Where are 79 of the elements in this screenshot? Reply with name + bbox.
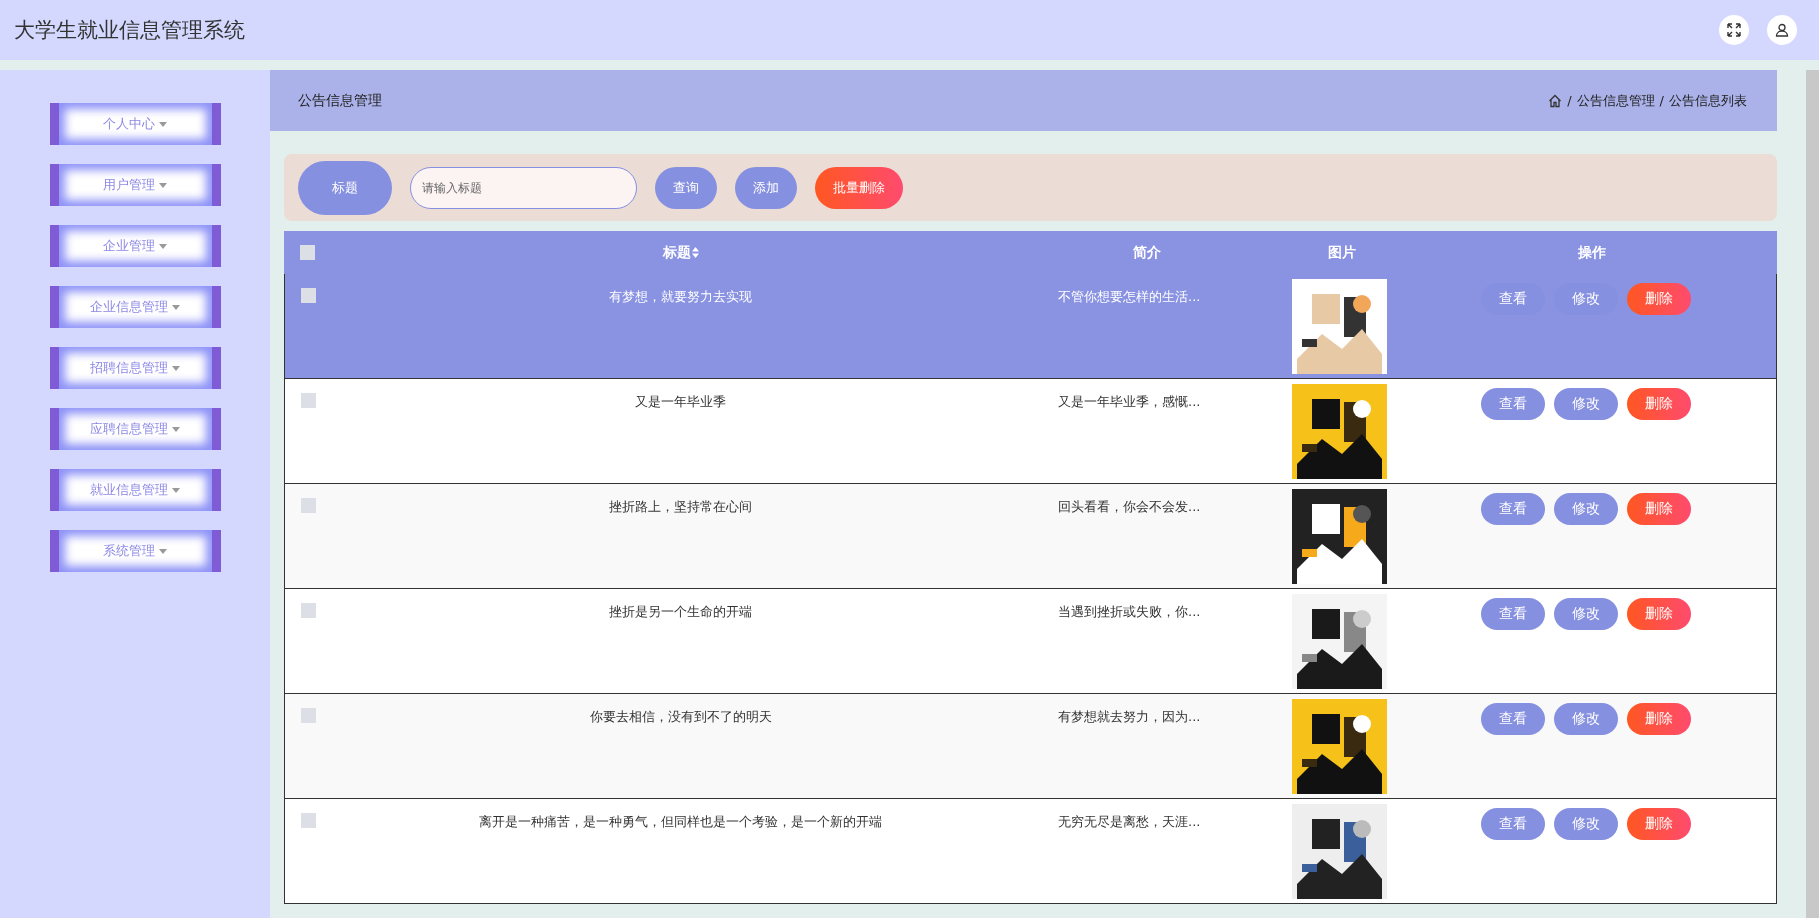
title-cell-text: 有梦想，就要努力去实现 xyxy=(608,288,753,306)
sidebar-menu-button[interactable]: 用户管理 xyxy=(49,164,221,206)
action-button[interactable]: 查看 xyxy=(1481,598,1545,630)
batch-delete-button[interactable]: 批量删除 xyxy=(815,166,903,209)
breadcrumb-separator: / xyxy=(1659,93,1664,108)
table-row[interactable]: 挫折路上，坚持常在心间 回头看看，你会不会发... 查看 修改 删除 xyxy=(284,484,1777,589)
action-button[interactable]: 修改 xyxy=(1554,598,1618,630)
title-cell-text: 离开是一种痛苦，是一种勇气，但同样也是一个考验，是一个新的开端 xyxy=(478,813,883,831)
action-button[interactable]: 修改 xyxy=(1554,283,1618,315)
delete-button[interactable]: 删除 xyxy=(1627,388,1691,420)
action-button[interactable]: 查看 xyxy=(1481,703,1545,735)
breadcrumb-link[interactable]: 公告信息列表 xyxy=(1669,91,1747,110)
action-button[interactable]: 查看 xyxy=(1481,388,1545,420)
delete-button[interactable]: 删除 xyxy=(1627,493,1691,525)
sidebar-menu-button[interactable]: 招聘信息管理 xyxy=(49,347,221,389)
table-row[interactable]: 离开是一种痛苦，是一种勇气，但同样也是一个考验，是一个新的开端 无穷无尽是离愁，天涯... 查看 修改 删除 xyxy=(284,799,1777,904)
delete-button[interactable]: 删除 xyxy=(1627,703,1691,735)
breadcrumb-link[interactable]: 公告信息管理 xyxy=(1576,91,1655,110)
title-cell-text: 挫折路上，坚持常在心间 xyxy=(608,498,753,516)
action-button[interactable]: 查看 xyxy=(1481,493,1545,525)
action-button[interactable]: 修改 xyxy=(1554,808,1618,840)
sidebar-menu-button[interactable]: 应聘信息管理 xyxy=(49,408,221,450)
sidebar-menu-button[interactable]: 企业管理 xyxy=(49,225,221,267)
row-checkbox[interactable] xyxy=(301,393,316,408)
delete-button[interactable]: 删除 xyxy=(1627,808,1691,840)
breadcrumb-separator: / xyxy=(1567,93,1572,108)
fullscreen-icon[interactable] xyxy=(1719,15,1749,45)
intro-cell-text: 回头看看，你会不会发... xyxy=(1057,498,1202,516)
search-field[interactable]: 请输入标题 xyxy=(410,166,637,209)
delete-button[interactable]: 删除 xyxy=(1627,598,1691,630)
title-cell-text: 挫折是另一个生命的开端 xyxy=(608,603,753,621)
action-button[interactable]: 修改 xyxy=(1554,388,1618,420)
sort-icon[interactable] xyxy=(691,247,699,258)
column-header: 简介 xyxy=(1132,243,1162,262)
column-header: 图片 xyxy=(1327,243,1357,262)
action-button[interactable]: 修改 xyxy=(1554,703,1618,735)
sidebar-menu-button[interactable]: 系统管理 xyxy=(49,530,221,572)
sidebar-menu-button[interactable]: 个人中心 xyxy=(49,103,221,145)
caret-icon xyxy=(172,365,180,371)
title-cell-text: 又是一年毕业季 xyxy=(634,393,727,411)
sidebar-menu-button[interactable]: 企业信息管理 xyxy=(49,286,221,328)
caret-icon xyxy=(172,304,180,310)
page-heading: 公告信息管理 xyxy=(298,91,382,110)
row-checkbox[interactable] xyxy=(301,813,316,828)
action-button[interactable]: 查看 xyxy=(1481,808,1545,840)
row-checkbox[interactable] xyxy=(301,498,316,513)
select-all-checkbox[interactable] xyxy=(300,245,315,260)
action-button[interactable]: 查看 xyxy=(1481,283,1545,315)
table-row[interactable]: 又是一年毕业季 又是一年毕业季，感慨... 查看 修改 删除 xyxy=(284,379,1777,484)
intro-cell-text: 有梦想就去努力，因为... xyxy=(1057,708,1202,726)
table-row[interactable]: 挫折是另一个生命的开端 当遇到挫折或失败，你... 查看 修改 删除 xyxy=(284,589,1777,694)
intro-cell-text: 无穷无尽是离愁，天涯... xyxy=(1057,813,1202,831)
intro-cell-text: 不管你想要怎样的生活... xyxy=(1057,288,1202,306)
table-row[interactable]: 你要去相信，没有到不了的明天 有梦想就去努力，因为... 查看 修改 删除 xyxy=(284,694,1777,799)
action-button[interactable]: 修改 xyxy=(1554,493,1618,525)
scrollbar[interactable] xyxy=(1806,70,1819,918)
row-checkbox[interactable] xyxy=(301,288,316,303)
column-header: 操作 xyxy=(1577,243,1607,262)
search-label: 标题 xyxy=(298,160,392,215)
toolbar-button[interactable]: 添加 xyxy=(735,166,797,209)
intro-cell-text: 当遇到挫折或失败，你... xyxy=(1057,603,1202,621)
app-title: 大学生就业信息管理系统 xyxy=(14,17,246,44)
toolbar-button[interactable]: 查询 xyxy=(655,166,717,209)
sidebar-menu-button[interactable]: 就业信息管理 xyxy=(49,469,221,511)
title-cell-text: 你要去相信，没有到不了的明天 xyxy=(588,708,773,726)
column-header[interactable]: 标题 xyxy=(662,243,691,262)
user-icon[interactable] xyxy=(1767,15,1797,45)
table-row[interactable]: 有梦想，就要努力去实现 不管你想要怎样的生活... 查看 修改 删除 xyxy=(284,274,1777,379)
caret-icon xyxy=(159,182,167,188)
caret-icon xyxy=(159,243,167,249)
home-icon[interactable] xyxy=(1548,93,1563,108)
row-checkbox[interactable] xyxy=(301,603,316,618)
row-checkbox[interactable] xyxy=(301,708,316,723)
caret-icon xyxy=(159,548,167,554)
delete-button[interactable]: 删除 xyxy=(1627,283,1691,315)
caret-icon xyxy=(172,426,180,432)
caret-icon xyxy=(172,487,180,493)
caret-icon xyxy=(159,121,167,127)
intro-cell-text: 又是一年毕业季，感慨... xyxy=(1057,393,1202,411)
